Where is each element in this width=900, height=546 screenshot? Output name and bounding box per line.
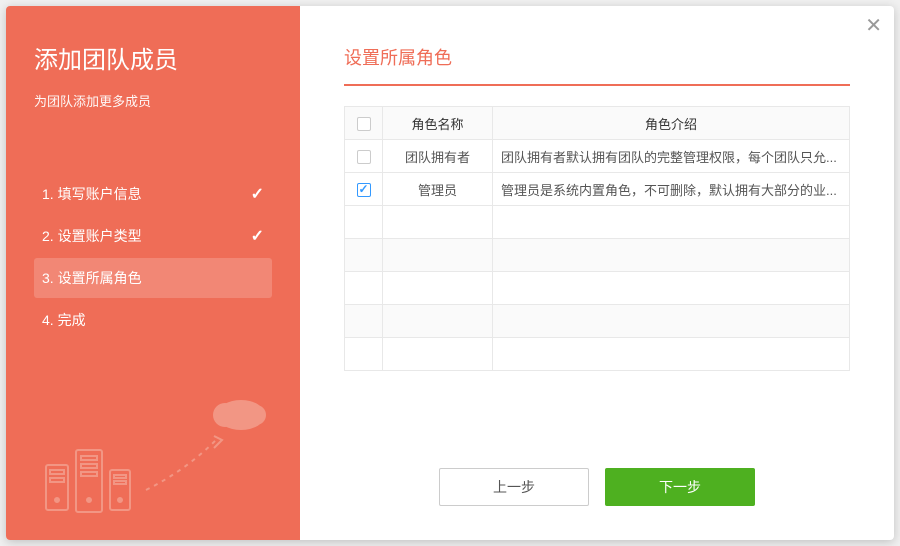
header-checkbox-cell	[345, 107, 383, 140]
table-row-empty	[345, 239, 850, 272]
step-assign-role[interactable]: 3. 设置所属角色	[34, 258, 272, 298]
step-label: 4. 完成	[42, 310, 86, 330]
next-button[interactable]: 下一步	[605, 468, 755, 506]
step-account-info[interactable]: 1. 填写账户信息 ✓	[34, 174, 272, 214]
table-row: 管理员 管理员是系统内置角色，不可删除，默认拥有大部分的业...	[345, 173, 850, 206]
table-row-empty	[345, 305, 850, 338]
step-label: 1. 填写账户信息	[42, 184, 142, 204]
sidebar-title: 添加团队成员	[34, 40, 272, 75]
role-name-cell: 管理员	[383, 173, 493, 206]
step-label: 3. 设置所属角色	[42, 268, 142, 288]
select-all-checkbox[interactable]	[357, 117, 371, 131]
row-checkbox[interactable]	[357, 183, 371, 197]
button-row: 上一步 下一步	[344, 468, 850, 516]
check-icon: ✓	[251, 226, 264, 246]
table-row: 团队拥有者 团队拥有者默认拥有团队的完整管理权限，每个团队只允...	[345, 140, 850, 173]
decoration-illustration	[26, 390, 286, 520]
step-label: 2. 设置账户类型	[42, 226, 142, 246]
prev-button[interactable]: 上一步	[439, 468, 589, 506]
close-icon[interactable]: ✕	[865, 16, 882, 36]
wizard-steps: 1. 填写账户信息 ✓ 2. 设置账户类型 ✓ 3. 设置所属角色 4. 完成	[34, 174, 272, 342]
sidebar-subtitle: 为团队添加更多成员	[34, 91, 272, 110]
role-desc-cell: 团队拥有者默认拥有团队的完整管理权限，每个团队只允...	[493, 140, 850, 173]
header-role-name: 角色名称	[383, 107, 493, 140]
table-row-empty	[345, 338, 850, 371]
step-account-type[interactable]: 2. 设置账户类型 ✓	[34, 216, 272, 256]
check-icon: ✓	[251, 184, 264, 204]
wizard-sidebar: 添加团队成员 为团队添加更多成员 1. 填写账户信息 ✓ 2. 设置账户类型 ✓…	[6, 6, 300, 540]
roles-table: 角色名称 角色介绍 团队拥有者 团队拥有者默认拥有团队的完整管理权限，每个团队只…	[344, 106, 850, 371]
header-role-desc: 角色介绍	[493, 107, 850, 140]
add-team-member-modal: ✕ 添加团队成员 为团队添加更多成员 1. 填写账户信息 ✓ 2. 设置账户类型…	[6, 6, 894, 540]
main-content: 设置所属角色 角色名称 角色介绍 团队拥有者 团队拥有者默认拥有团队的完整管理权…	[300, 6, 894, 540]
main-title: 设置所属角色	[344, 44, 850, 86]
row-checkbox[interactable]	[357, 150, 371, 164]
table-row-empty	[345, 206, 850, 239]
table-row-empty	[345, 272, 850, 305]
role-desc-cell: 管理员是系统内置角色，不可删除，默认拥有大部分的业...	[493, 173, 850, 206]
role-name-cell: 团队拥有者	[383, 140, 493, 173]
step-complete[interactable]: 4. 完成	[34, 300, 272, 340]
